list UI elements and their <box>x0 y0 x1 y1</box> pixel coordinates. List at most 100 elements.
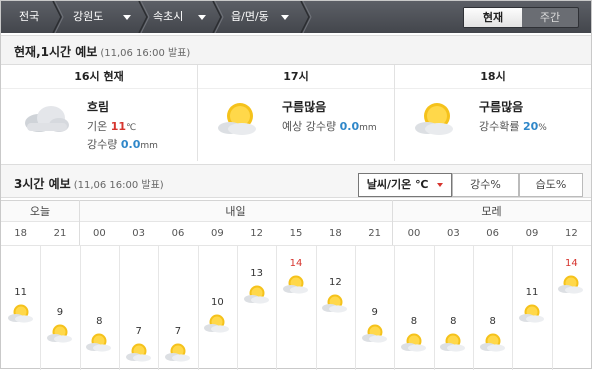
temperature-label: 10 <box>210 296 224 308</box>
partly-cloudy-icon <box>283 275 308 294</box>
partly-cloudy-icon <box>415 103 453 135</box>
day-today: 오늘 <box>29 205 51 218</box>
column-divider <box>316 246 317 370</box>
hour-label: 18 <box>328 228 342 239</box>
temperature-label: 9 <box>371 306 378 318</box>
day-row: 오늘 내일 모레 <box>1 200 591 222</box>
hour-label: 12 <box>564 228 578 239</box>
column-divider <box>512 246 513 370</box>
temp-label: 기온 <box>87 120 108 133</box>
column-divider <box>434 246 435 370</box>
partly-cloudy-icon <box>440 333 466 353</box>
forecast-condition: 구름많음 <box>282 100 327 114</box>
crumb-city-label: 속초시 <box>153 10 184 23</box>
crumb-province-label: 강원도 <box>73 10 104 23</box>
partly-cloudy-icon <box>401 333 426 353</box>
temperature-label: 7 <box>135 326 142 338</box>
partly-cloudy-icon <box>243 285 269 304</box>
crumb-city-select[interactable]: 속초시 <box>153 1 213 33</box>
partly-cloudy-icon <box>558 275 584 294</box>
forecast3h-grid: 오늘 내일 모레 18 21 00 03 06 09 12 15 18 21 00 03 06 09 12 … <box>1 200 591 370</box>
hour-label: 12 <box>250 228 264 239</box>
current-section-header: 현재,1시간 예보 (11,06 16:00 발표) <box>1 35 591 65</box>
rain-probability-label: 강수확률 <box>479 120 520 133</box>
temperature-label: 8 <box>410 316 418 328</box>
temperature-label: 13 <box>250 267 264 279</box>
crumb-province-select[interactable]: 강원도 <box>73 1 133 33</box>
temperature-label: 8 <box>489 316 496 328</box>
column-divider <box>473 246 474 370</box>
temperature-label: 14 <box>289 257 303 269</box>
temperature-label: 8 <box>450 316 457 328</box>
weather-widget: 전국 강원도 속초시 읍/면/동 현재 주간 현재,1시간 예보 (11,06 1… <box>0 0 592 370</box>
chevron-down-icon <box>198 15 206 20</box>
day-tomorrow: 내일 <box>225 205 246 218</box>
hour-label: 09 <box>525 228 539 239</box>
tab-now[interactable]: 현재 <box>464 8 522 27</box>
partly-cloudy-icon <box>47 324 72 343</box>
chevron-down-icon <box>123 15 131 20</box>
hour-label: 06 <box>171 228 185 239</box>
hour-label: 00 <box>92 228 106 239</box>
rain-label: 강수량 <box>87 138 118 151</box>
rain-probability-line: 강수확률 20% <box>479 118 547 134</box>
expected-rain-unit: mm <box>359 123 377 133</box>
weather-temp-button-label: 날씨/기온 ℃ <box>366 178 429 191</box>
partly-cloudy-icon <box>7 304 33 323</box>
partly-cloudy-icon <box>361 324 387 343</box>
temperature-label: 14 <box>564 257 578 269</box>
current-condition: 흐림 <box>87 100 110 114</box>
hour-label: 03 <box>446 228 460 239</box>
partly-cloudy-icon <box>165 343 190 362</box>
hour-label: 03 <box>132 228 146 239</box>
current-rain-line: 강수량 0.0mm <box>87 136 158 152</box>
forecast-column-18: 18시 구름많음 강수확률 20% <box>395 65 591 161</box>
weather-temp-button[interactable]: 날씨/기온 ℃ <box>358 173 452 197</box>
partly-cloudy-icon <box>322 294 348 313</box>
forecast-condition: 구름많음 <box>479 100 524 114</box>
hour-label: 06 <box>486 228 500 239</box>
temperature-label: 12 <box>328 277 342 289</box>
hour-label: 09 <box>210 228 224 239</box>
current-column: 16시 현재 흐림 기온 11℃ 강수량 0.0mm <box>1 65 198 161</box>
partly-cloudy-icon <box>204 314 230 333</box>
partly-cloudy-icon <box>125 343 151 362</box>
expected-rain-label: 예상 강수량 <box>282 120 337 133</box>
rain-probability-unit: % <box>538 123 547 133</box>
column-header: 18시 <box>395 65 591 89</box>
location-nav-bar: 전국 강원도 속초시 읍/면/동 현재 주간 <box>1 1 591 33</box>
temp-unit: ℃ <box>126 123 137 133</box>
crumb-town-label: 읍/면/동 <box>231 10 269 23</box>
rain-unit: mm <box>140 141 158 151</box>
hour-row: 18 21 00 03 06 09 12 15 18 21 00 03 06 09 12 <box>1 222 591 246</box>
column-divider <box>394 246 395 370</box>
temperature-label: 11 <box>14 287 28 299</box>
forecast3h-issued: (11,06 16:00 발표) <box>73 180 164 191</box>
hour-label: 21 <box>53 228 67 239</box>
forecast-column-17: 17시 구름많음 예상 강수량 0.0mm <box>198 65 395 161</box>
hour-label: 15 <box>289 228 303 239</box>
temperature-label: 7 <box>174 326 182 338</box>
forecast3h-title: 3시간 예보 <box>14 177 71 191</box>
partly-cloudy-icon <box>479 333 505 353</box>
current-forecast: 16시 현재 흐림 기온 11℃ 강수량 0.0mm 17시 구름많음 예상 강… <box>1 65 591 161</box>
current-title: 현재,1시간 예보 <box>14 45 98 59</box>
temperature-label: 9 <box>56 306 64 318</box>
view-tabs: 현재 주간 <box>463 7 579 28</box>
temperature-label: 8 <box>96 316 103 328</box>
expected-rain-value: 0.0 <box>339 120 360 133</box>
precip-button[interactable]: 강수% <box>452 173 519 197</box>
chevron-down-icon <box>281 15 289 20</box>
column-header: 17시 <box>198 65 394 89</box>
crumb-country[interactable]: 전국 <box>19 1 39 33</box>
humidity-button[interactable]: 습도% <box>519 173 583 197</box>
hour-label: 21 <box>368 228 382 239</box>
crumb-town-select[interactable]: 읍/면/동 <box>231 1 301 33</box>
column-divider <box>80 246 81 370</box>
rain-probability-value: 20 <box>522 120 539 133</box>
hour-label: 18 <box>14 228 28 239</box>
column-divider <box>198 246 199 370</box>
tab-week[interactable]: 주간 <box>522 8 578 27</box>
partly-cloudy-icon <box>218 103 256 135</box>
expected-rain-line: 예상 강수량 0.0mm <box>282 118 377 134</box>
